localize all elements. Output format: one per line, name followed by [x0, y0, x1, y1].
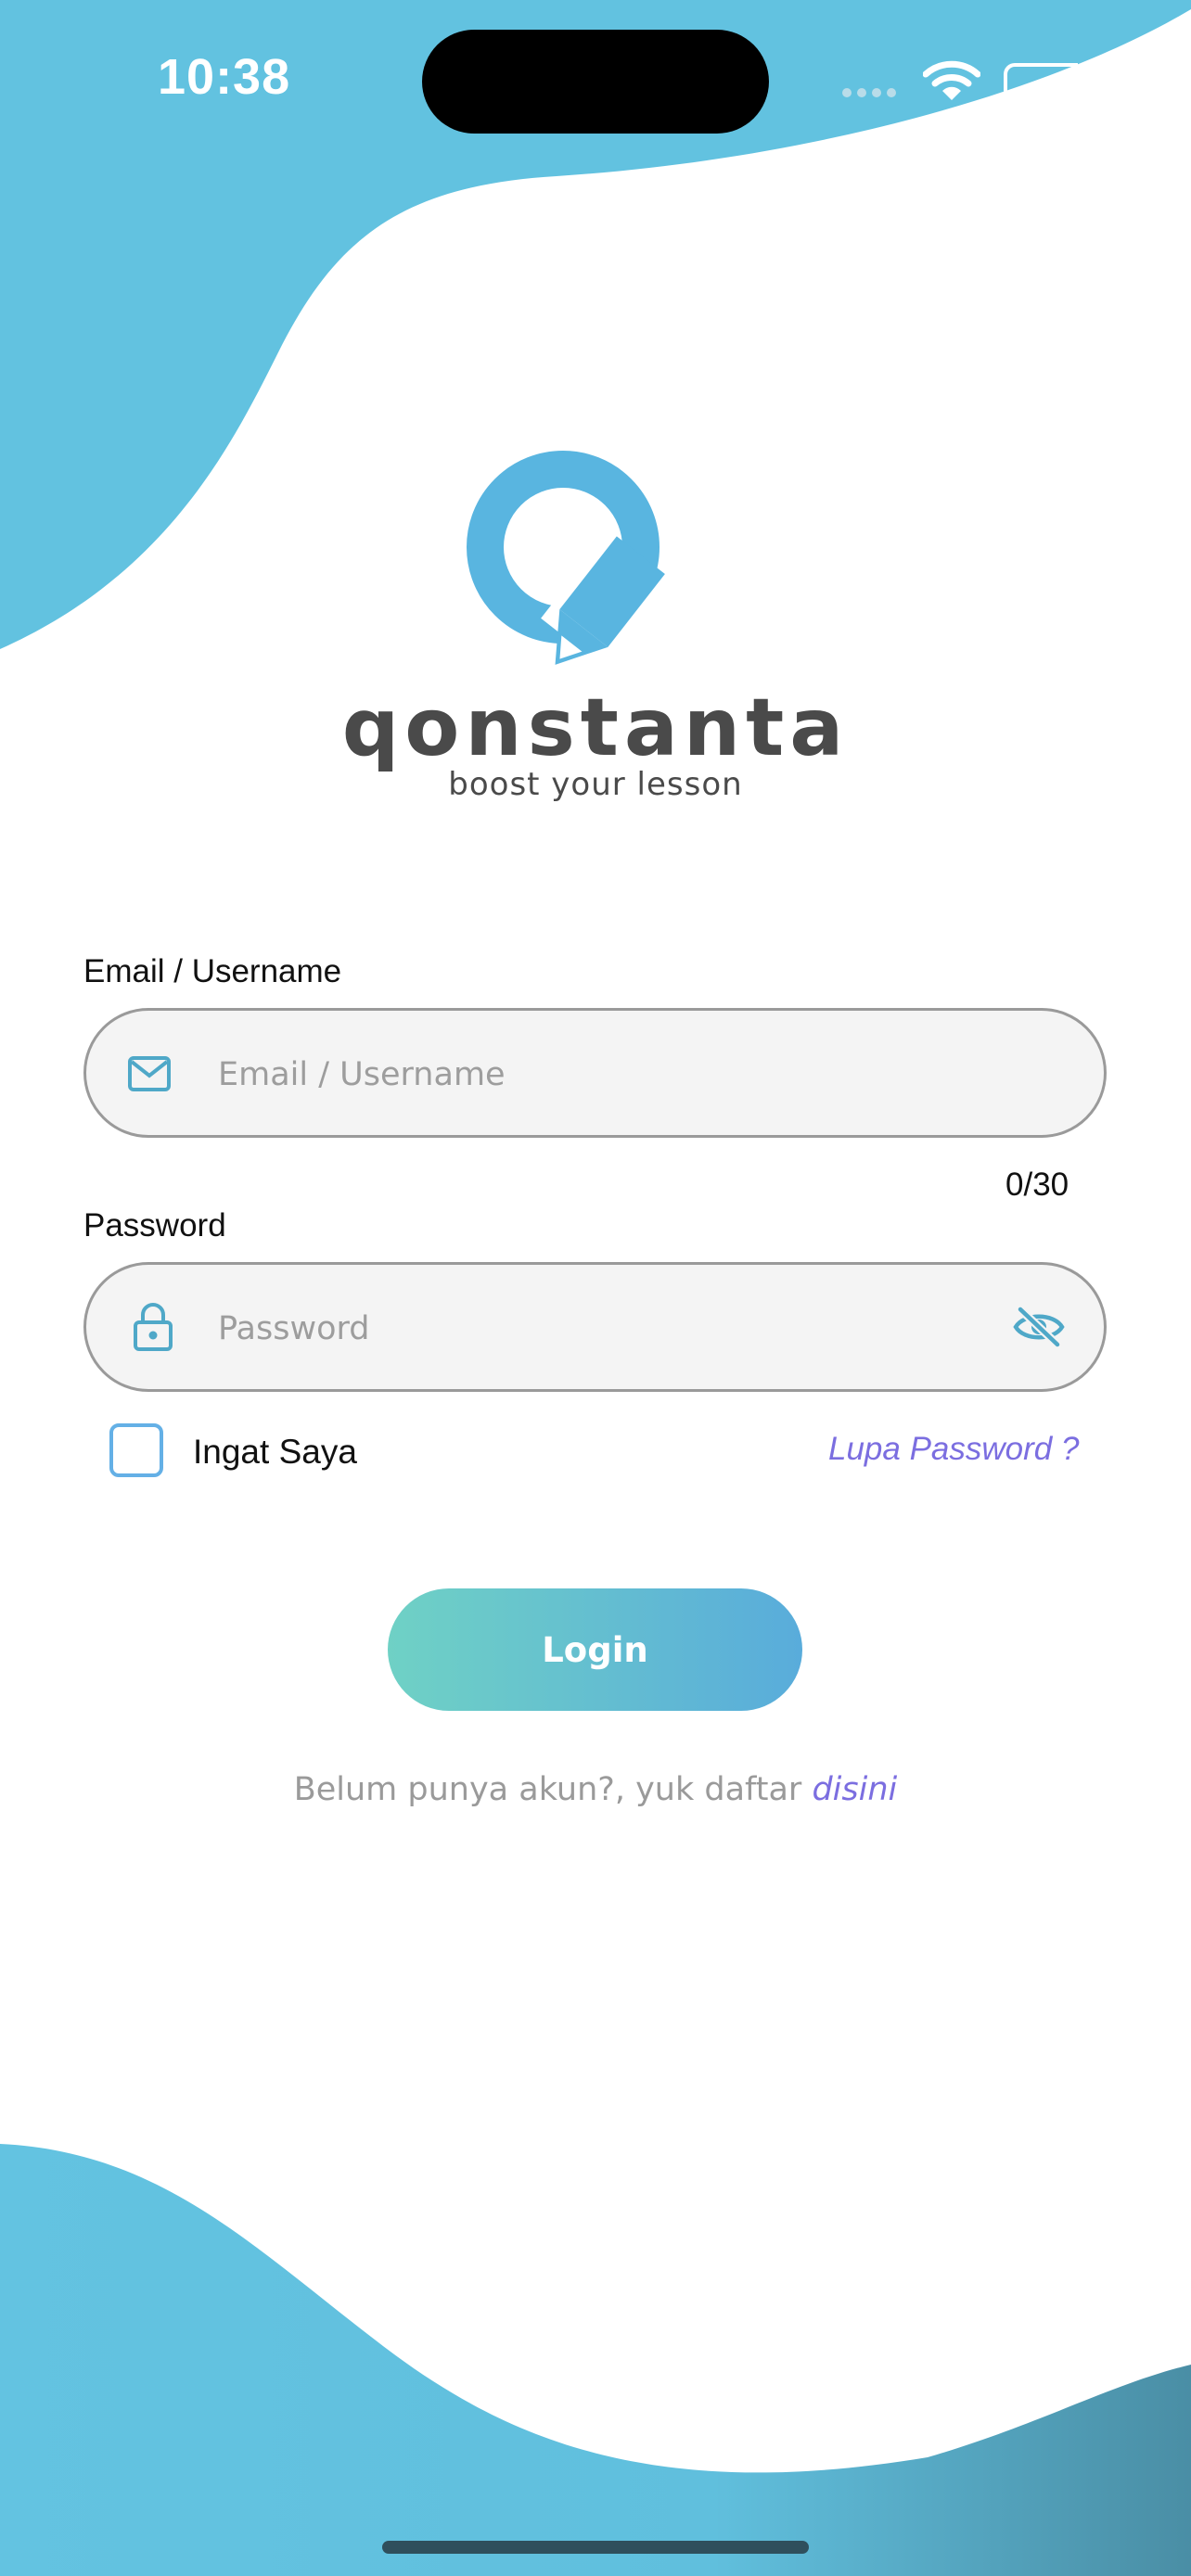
forgot-password-link[interactable]: Lupa Password ? [828, 1431, 1079, 1468]
signup-link[interactable]: disini [812, 1771, 897, 1808]
remember-me-label[interactable]: Ingat Saya [193, 1433, 357, 1472]
lock-icon [134, 1303, 173, 1351]
signup-prompt: Belum punya akun?, yuk daftar disini [0, 1771, 1191, 1808]
email-label: Email / Username [83, 953, 342, 989]
email-field[interactable] [83, 1008, 1107, 1138]
home-indicator[interactable] [382, 2541, 809, 2554]
brand-name: qonstanta [341, 682, 850, 774]
password-field[interactable] [83, 1262, 1107, 1392]
character-counter: 0/30 [1005, 1167, 1069, 1203]
cellular-signal-icon [842, 85, 902, 102]
status-time: 10:38 [158, 49, 291, 105]
eye-off-icon[interactable] [1013, 1304, 1065, 1350]
password-input[interactable] [216, 1293, 1036, 1365]
mail-icon [128, 1056, 171, 1091]
dynamic-island [422, 30, 769, 134]
qonstanta-logo [467, 451, 672, 668]
signup-text: Belum punya akun?, yuk daftar [293, 1771, 802, 1808]
bottom-wave [0, 2144, 1191, 2576]
brand-tagline: boost your lesson [448, 766, 743, 803]
battery-icon [1004, 63, 1078, 106]
password-label: Password [83, 1207, 226, 1243]
wifi-icon [923, 60, 980, 100]
remember-me-checkbox[interactable] [109, 1423, 163, 1477]
login-button[interactable]: Login [388, 1588, 802, 1711]
status-bar: 10:38 [0, 0, 1191, 167]
email-input[interactable] [216, 1039, 1036, 1111]
